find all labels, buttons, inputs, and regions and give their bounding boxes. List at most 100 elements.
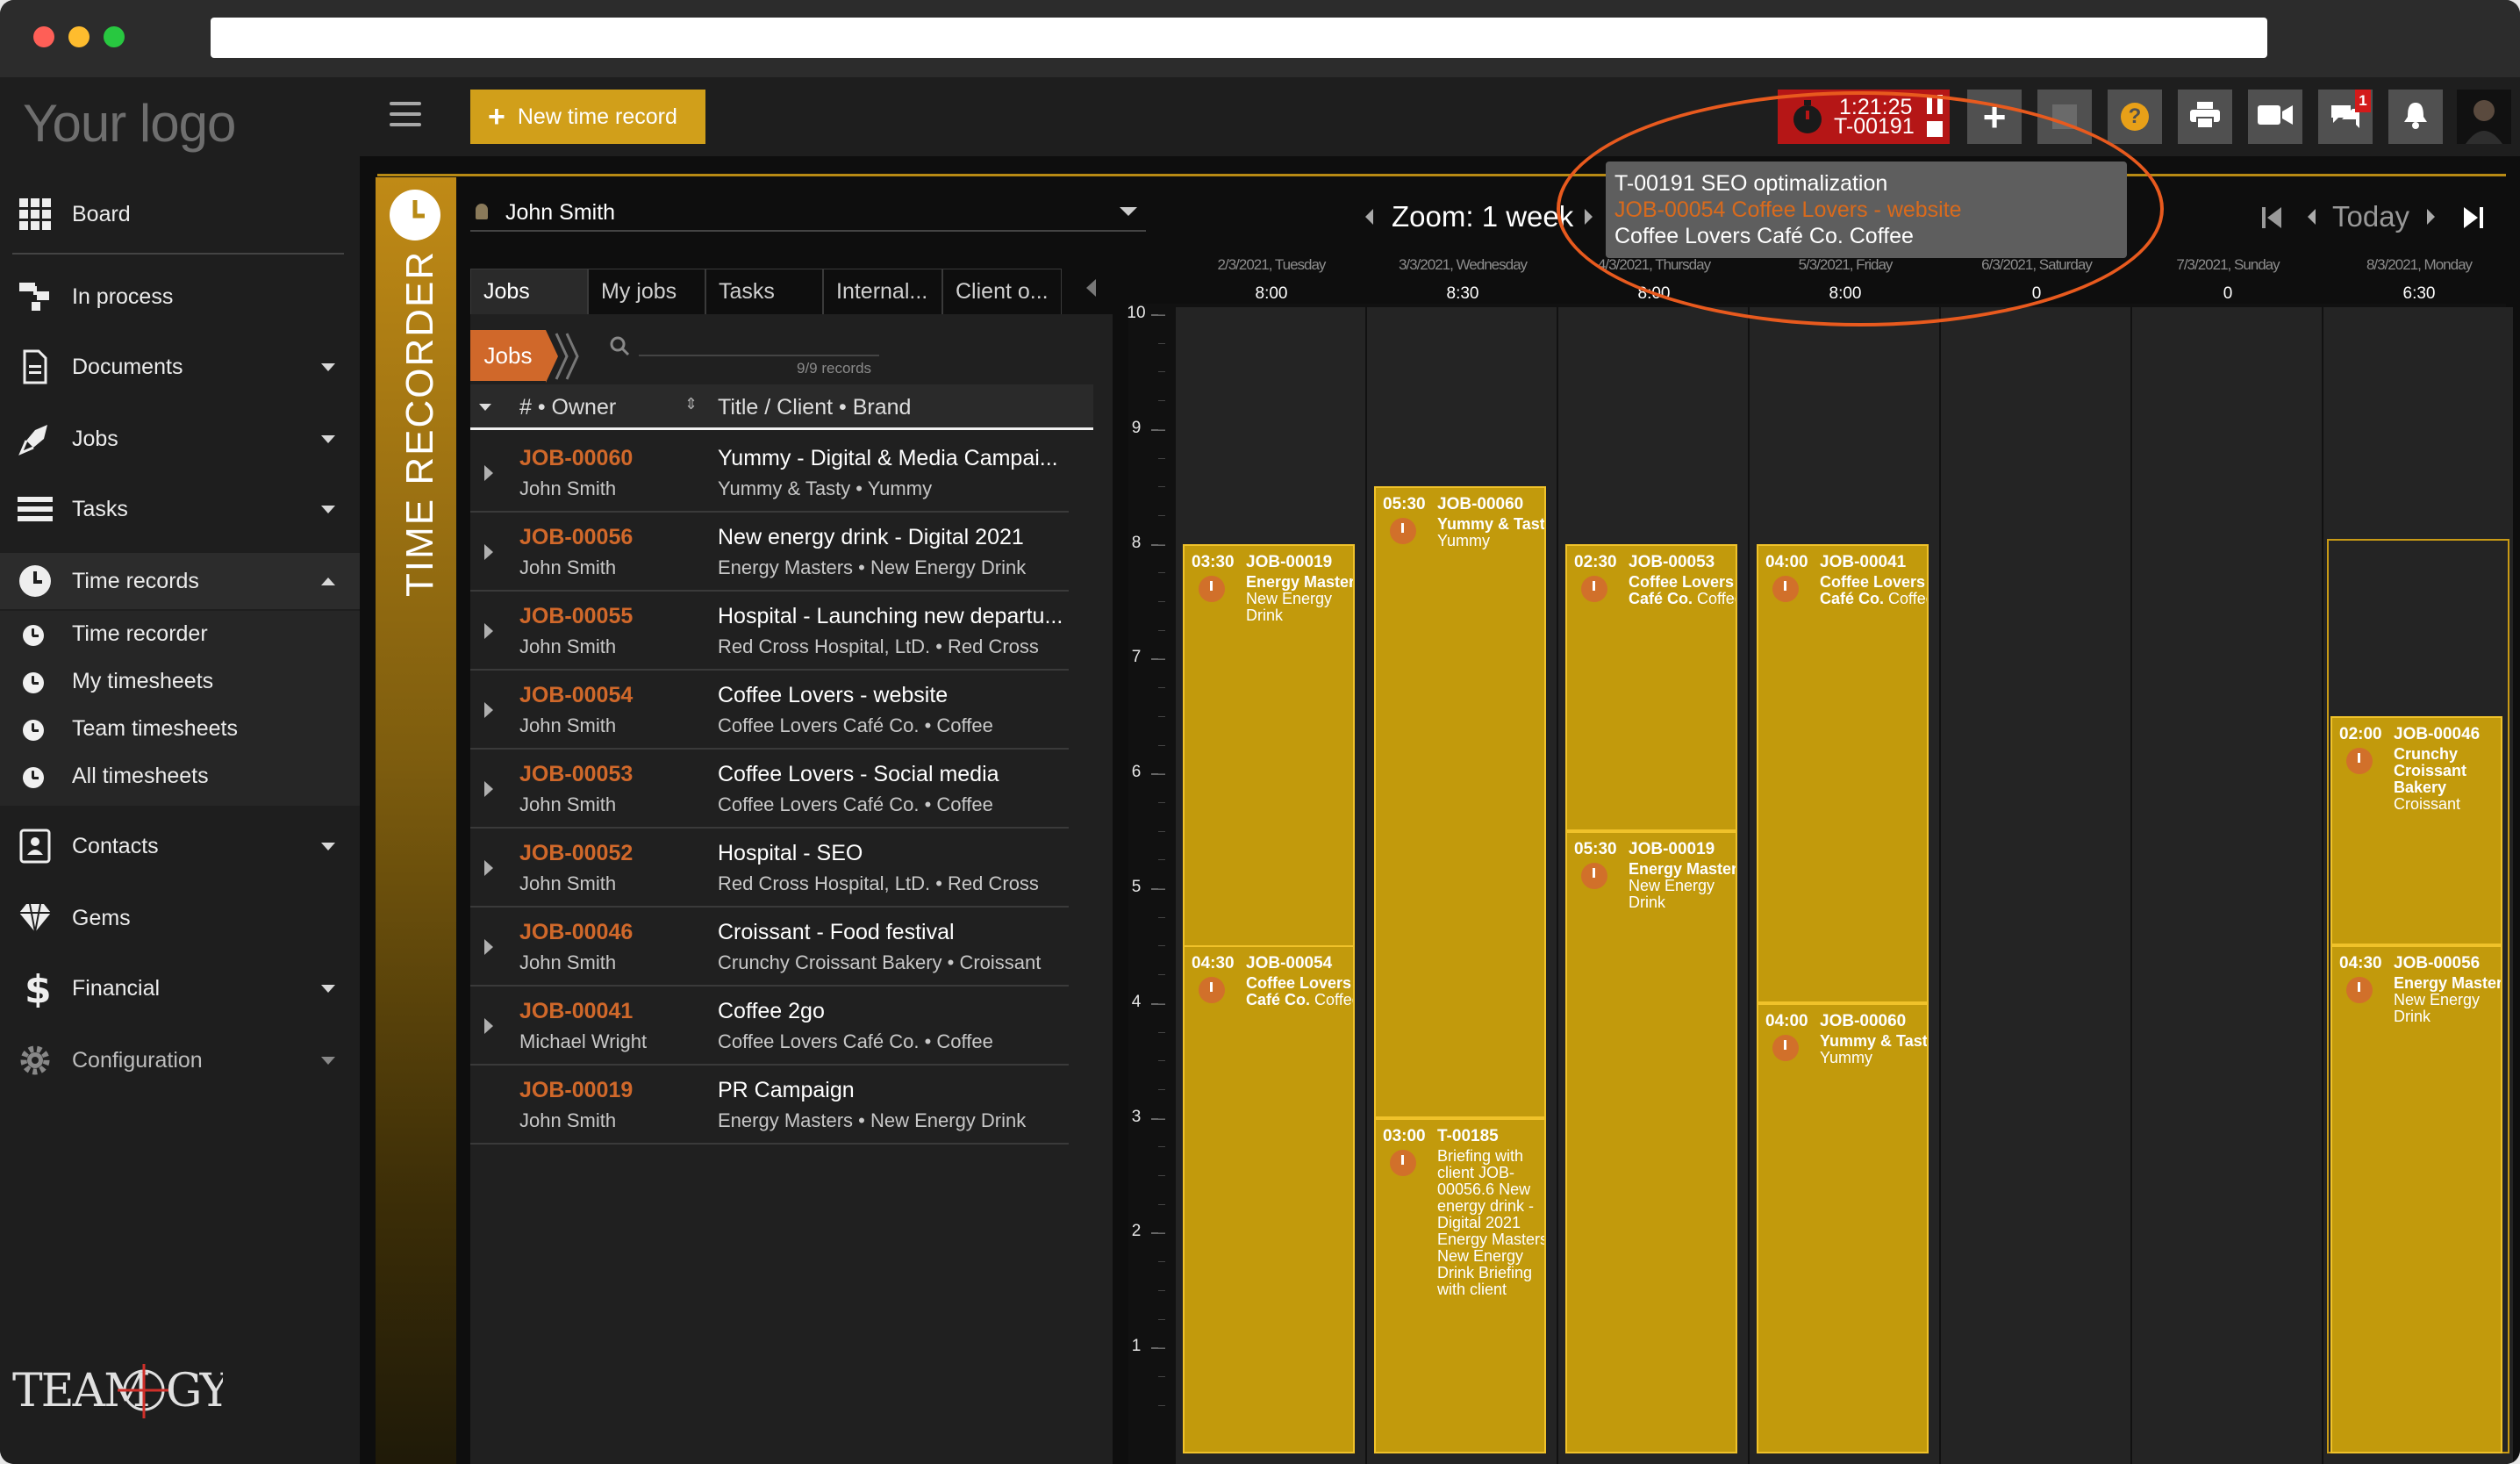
sort-icon[interactable]: ⇕ [684, 395, 698, 413]
job-title[interactable]: New energy drink - Digital 2021 [718, 525, 1069, 550]
sidebar-item-gems[interactable]: Gems [0, 890, 360, 946]
calendar-event[interactable]: 04:30 JOB-00054 Coffee Lovers Café Co. Cof… [1183, 945, 1355, 1453]
next-week-icon[interactable] [2427, 209, 2435, 225]
video-button[interactable] [2248, 90, 2302, 144]
table-row[interactable]: JOB-00056 John Smith New energy drink - Di… [470, 513, 1069, 592]
chevron-down-icon[interactable] [1120, 207, 1137, 216]
calendar-event[interactable]: 02:30 JOB-00053 Coffee Lovers Café Co. Cof… [1565, 543, 1737, 831]
expand-row-icon[interactable] [484, 623, 493, 639]
address-bar[interactable] [211, 18, 2267, 58]
job-id[interactable]: JOB-00056 [519, 525, 633, 550]
day-header[interactable]: 7/3/2021, Sunday 0 [2132, 256, 2323, 304]
submenu-my-timesheets[interactable]: My timesheets [0, 658, 360, 706]
tab-internal[interactable]: Internal... [823, 269, 942, 314]
calendar-event[interactable]: 05:30 JOB-00060 Yummy & Tasty Yummy [1374, 486, 1546, 1118]
sidebar-item-time-records[interactable]: Time records [0, 553, 360, 609]
table-row[interactable]: JOB-00046 John Smith Croissant - Food fest… [470, 908, 1069, 987]
prev-week-icon[interactable] [2308, 209, 2316, 225]
collapse-all-icon[interactable] [479, 404, 491, 411]
chevron-down-icon[interactable] [321, 842, 335, 850]
first-page-icon[interactable] [2262, 207, 2283, 233]
job-title[interactable]: Coffee 2go [718, 999, 1069, 1024]
hamburger-menu-icon[interactable] [390, 102, 421, 128]
table-row[interactable]: JOB-00060 John Smith Yummy - Digital & Med… [470, 434, 1069, 513]
sidebar-item-financial[interactable]: $ Financial [0, 960, 360, 1016]
job-title[interactable]: PR Campaign [718, 1078, 1069, 1103]
tab-jobs[interactable]: Jobs [470, 269, 588, 314]
job-id[interactable]: JOB-00019 [519, 1078, 633, 1103]
search-input[interactable] [639, 355, 879, 356]
submenu-team-timesheets[interactable]: Team timesheets [0, 706, 360, 753]
submenu-all-timesheets[interactable]: All timesheets [0, 753, 360, 800]
app-logo[interactable]: Your logo [23, 93, 236, 154]
sidebar-item-contacts[interactable]: Contacts [0, 818, 360, 874]
jobs-filter-badge[interactable]: Jobs [470, 330, 546, 381]
expand-row-icon[interactable] [484, 702, 493, 718]
expand-row-icon[interactable] [484, 781, 493, 797]
table-row[interactable]: JOB-00055 John Smith Hospital - Launching … [470, 592, 1069, 671]
job-id[interactable]: JOB-00046 [519, 920, 633, 945]
chevron-down-icon[interactable] [321, 434, 335, 443]
sidebar-item-documents[interactable]: Documents [0, 339, 360, 395]
chevron-down-icon[interactable] [321, 984, 335, 993]
day-header[interactable]: 8/3/2021, Monday 6:30 [2323, 256, 2515, 304]
minimize-window-button[interactable] [68, 26, 89, 47]
print-button[interactable] [2178, 90, 2232, 144]
job-id[interactable]: JOB-00060 [519, 446, 633, 471]
sidebar-item-tasks[interactable]: Tasks [0, 481, 360, 537]
expand-row-icon[interactable] [484, 544, 493, 560]
search-icon[interactable] [609, 335, 632, 362]
table-row[interactable]: JOB-00054 John Smith Coffee Lovers - websi… [470, 671, 1069, 750]
expand-row-icon[interactable] [484, 939, 493, 955]
job-title[interactable]: Hospital - SEO [718, 841, 1069, 866]
table-row[interactable]: JOB-00041 Michael Wright Coffee 2go Coffee … [470, 987, 1069, 1066]
collapse-panel-icon[interactable] [1086, 279, 1096, 297]
notifications-button[interactable] [2388, 90, 2443, 144]
chevron-up-icon[interactable] [321, 577, 335, 585]
owner-column-header[interactable]: # • Owner [519, 395, 616, 420]
help-button[interactable]: ? [2108, 90, 2162, 144]
calendar-event[interactable]: 05:30 JOB-00019 Energy Masters New Energy … [1565, 830, 1737, 1453]
job-id[interactable]: JOB-00041 [519, 999, 633, 1024]
sidebar-item-configuration[interactable]: Configuration [0, 1032, 360, 1088]
day-header[interactable]: 3/3/2021, Wednesday 8:30 [1367, 256, 1558, 304]
job-title[interactable]: Yummy - Digital & Media Campai... [718, 446, 1069, 471]
chevron-down-icon[interactable] [321, 1056, 335, 1065]
sidebar-item-jobs[interactable]: Jobs [0, 411, 360, 467]
tab-tasks[interactable]: Tasks [705, 269, 823, 314]
job-id[interactable]: JOB-00053 [519, 762, 633, 787]
close-window-button[interactable] [33, 26, 54, 47]
tab-client-other[interactable]: Client o... [942, 269, 1062, 314]
job-id[interactable]: JOB-00052 [519, 841, 633, 866]
user-select[interactable]: John Smith [470, 191, 1146, 232]
maximize-window-button[interactable] [104, 26, 125, 47]
calendar-event[interactable]: 02:00 JOB-00046 Crunchy Croissant Bakery C… [2330, 715, 2502, 946]
expand-row-icon[interactable] [484, 1018, 493, 1034]
day-column[interactable] [1941, 307, 2130, 1464]
title-column-header[interactable]: Title / Client • Brand [718, 395, 911, 420]
chevron-down-icon[interactable] [321, 505, 335, 513]
user-avatar[interactable] [2457, 90, 2511, 144]
sidebar-item-in-process[interactable]: In process [0, 269, 360, 325]
today-button[interactable]: Today [2332, 200, 2409, 233]
calendar-event[interactable]: 03:00 T-00185 Briefing with client JOB-00… [1374, 1117, 1546, 1453]
sidebar-item-board[interactable]: Board [0, 186, 360, 242]
table-row[interactable]: JOB-00052 John Smith Hospital - SEO Red Cro… [470, 829, 1069, 908]
chevron-down-icon[interactable] [321, 362, 335, 371]
job-title[interactable]: Coffee Lovers - Social media [718, 762, 1069, 787]
zoom-label[interactable]: Zoom: 1 week [1392, 200, 1573, 233]
tab-my-jobs[interactable]: My jobs [588, 269, 705, 314]
prev-zoom-icon[interactable] [1365, 209, 1373, 225]
last-page-icon[interactable] [2462, 207, 2483, 233]
table-row[interactable]: JOB-00019 John Smith PR Campaign Energy Mas… [470, 1066, 1069, 1145]
calendar-event[interactable]: 04:30 JOB-00056 Energy Masters New Energy … [2330, 945, 2502, 1453]
day-column[interactable] [2132, 307, 2322, 1464]
expand-row-icon[interactable] [484, 465, 493, 481]
calendar-event[interactable]: 04:00 JOB-00060 Yummy & Tasty Yummy [1757, 1002, 1929, 1453]
calendar-event[interactable]: 04:00 JOB-00041 Coffee Lovers Café Co. Cof… [1757, 543, 1929, 1003]
calendar-event[interactable]: 03:30 JOB-00019 Energy Masters New Energy … [1183, 543, 1355, 1003]
job-title[interactable]: Coffee Lovers - website [718, 683, 1069, 708]
messages-button[interactable]: 1 [2318, 90, 2373, 144]
expand-row-icon[interactable] [484, 860, 493, 876]
job-title[interactable]: Hospital - Launching new departu... [718, 604, 1069, 629]
